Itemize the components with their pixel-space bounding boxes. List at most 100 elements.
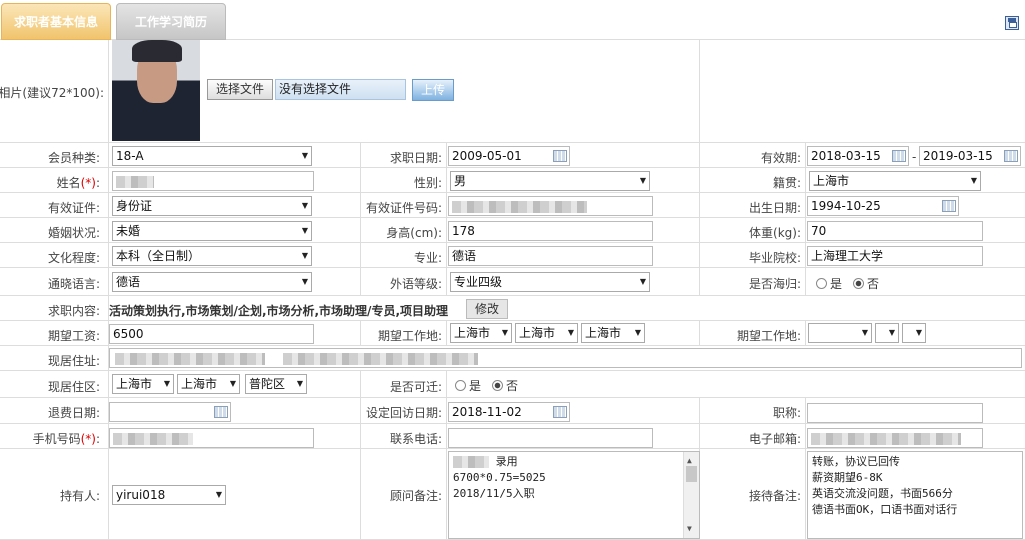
height-field[interactable]: 178 xyxy=(448,221,653,241)
district-province-select[interactable]: 上海市 xyxy=(112,374,174,394)
education-select[interactable]: 本科（全日制） xyxy=(112,246,312,266)
major-field[interactable]: 德语 xyxy=(448,246,653,266)
birth-date-field[interactable]: 1994-10-25 xyxy=(807,196,959,216)
calendar-icon[interactable] xyxy=(553,150,567,162)
row-cell: 体重(kg): xyxy=(700,218,806,243)
tab-basic-info[interactable]: 求职者基本信息 xyxy=(1,3,111,40)
name-field[interactable] xyxy=(112,171,314,191)
native-label: 籍贯: xyxy=(772,176,801,190)
id-number-field[interactable] xyxy=(448,196,653,216)
row-cell: 通晓语言: xyxy=(0,268,109,296)
marital-select[interactable]: 未婚 xyxy=(112,221,312,241)
calendar-icon[interactable] xyxy=(1004,150,1018,162)
gender-select[interactable]: 男 xyxy=(450,171,650,191)
relocate-yes-radio[interactable]: 是 xyxy=(455,377,481,394)
job-date-field[interactable]: 2009-05-01 xyxy=(448,146,570,166)
title-label: 职称: xyxy=(772,406,801,420)
workplace1-district-select[interactable]: 上海市 xyxy=(581,323,645,343)
returnee-label: 是否海归: xyxy=(748,277,801,291)
row-cell: 求职日期: xyxy=(361,143,447,168)
school-field[interactable]: 上海理工大学 xyxy=(807,246,983,266)
edit-job-content-button[interactable]: 修改 xyxy=(466,299,508,319)
redacted-text xyxy=(116,175,154,188)
visit-date-value: 2018-11-02 xyxy=(452,405,522,419)
height-label: 身高(cm): xyxy=(386,226,442,240)
member-type-select[interactable]: 18-A xyxy=(112,146,312,166)
photo-label-cell: 相片(建议72*100): xyxy=(0,40,109,143)
reception-note-line: 德语书面OK，口语书面对话行 xyxy=(812,503,958,516)
photo-label: 相片(建议72*100): xyxy=(0,86,104,100)
upload-button[interactable]: 上传 xyxy=(412,79,454,101)
district-area-select[interactable]: 普陀区 xyxy=(245,374,307,394)
row-cell: 外语等级: xyxy=(361,268,447,296)
relocate-no-radio[interactable]: 否 xyxy=(492,377,518,394)
row-cell: 电子邮箱: xyxy=(700,424,806,449)
district-label: 现居住区: xyxy=(47,380,100,394)
workplace2-province-select[interactable] xyxy=(808,323,872,343)
workplace2-label: 期望工作地: xyxy=(736,329,801,343)
row-cell xyxy=(447,371,1025,398)
row-cell: 性别: xyxy=(361,168,447,193)
langlevel-label: 外语等级: xyxy=(389,277,442,291)
tab-work-history[interactable]: 工作学习简历 xyxy=(116,3,226,40)
returnee-yes-radio[interactable]: 是 xyxy=(816,275,842,292)
jobcontent-label: 求职内容: xyxy=(47,304,100,318)
language-select[interactable]: 德语 xyxy=(112,272,312,292)
valid-separator: - xyxy=(912,150,917,164)
language-level-select[interactable]: 专业四级 xyxy=(450,272,650,292)
row-cell: 期望工资: xyxy=(0,321,109,346)
workplace1-province-select[interactable]: 上海市 xyxy=(450,323,512,343)
scroll-thumb[interactable] xyxy=(686,466,697,482)
valid-from-value: 2018-03-15 xyxy=(811,149,881,163)
valid-from-field[interactable]: 2018-03-15 xyxy=(807,146,909,166)
email-field[interactable] xyxy=(807,428,983,448)
calendar-icon[interactable] xyxy=(214,406,228,418)
address-field[interactable] xyxy=(109,348,1022,368)
workplace2-district-select[interactable] xyxy=(902,323,926,343)
row-cell: 有效期: xyxy=(700,143,806,168)
workplace2-city-select[interactable] xyxy=(875,323,899,343)
returnee-no-radio[interactable]: 否 xyxy=(853,275,879,292)
save-icon[interactable] xyxy=(1005,16,1019,30)
job-title-field[interactable] xyxy=(807,403,983,423)
advisor-note-line: 6700*0.75=5025 xyxy=(453,471,546,484)
valid-to-field[interactable]: 2019-03-15 xyxy=(919,146,1021,166)
row-cell: 联系电话: xyxy=(361,424,447,449)
native-place-select[interactable]: 上海市 xyxy=(809,171,981,191)
redacted-text xyxy=(115,352,265,365)
member-label: 会员种类: xyxy=(47,151,100,165)
email-label: 电子邮箱: xyxy=(748,432,801,446)
phone-label: 联系电话: xyxy=(389,432,442,446)
jobdate-label: 求职日期: xyxy=(389,151,442,165)
school-label: 毕业院校: xyxy=(748,251,801,265)
visit-date-field[interactable]: 2018-11-02 xyxy=(448,402,570,422)
calendar-icon[interactable] xyxy=(892,150,906,162)
row-cell: 期望工作地: xyxy=(700,321,806,346)
edu-label: 文化程度: xyxy=(47,251,100,265)
address-label: 现居住址: xyxy=(47,354,100,368)
row-cell: 顾问备注: xyxy=(361,449,447,540)
holder-label: 持有人: xyxy=(59,489,100,503)
marital-label: 婚姻状况: xyxy=(47,226,100,240)
weight-field[interactable]: 70 xyxy=(807,221,983,241)
calendar-icon[interactable] xyxy=(553,406,567,418)
district-city-select[interactable]: 上海市 xyxy=(177,374,240,394)
refund-date-field[interactable] xyxy=(109,402,231,422)
mobile-field[interactable] xyxy=(109,428,314,448)
calendar-icon[interactable] xyxy=(942,200,956,212)
salary-field[interactable]: 6500 xyxy=(109,324,314,344)
advisor-notes-scrollbar[interactable]: ▲ ▼ xyxy=(683,452,699,538)
holder-select[interactable]: yirui018 xyxy=(112,485,226,505)
birth-date-value: 1994-10-25 xyxy=(811,199,881,213)
row-cell: 籍贯: xyxy=(700,168,806,193)
reception-notes-textarea[interactable]: 转账，协议已回传 薪资期望6-8K 英语交流没问题，书面566分 德语书面OK，… xyxy=(807,451,1023,539)
id-type-select[interactable]: 身份证 xyxy=(112,196,312,216)
row-cell: 出生日期: xyxy=(700,193,806,218)
row-cell: 退费日期: xyxy=(0,398,109,424)
row-cell: 文化程度: xyxy=(0,243,109,268)
advisor-notes-textarea[interactable]: 录用 6700*0.75=5025 2018/11/5入职 ▲ ▼ xyxy=(448,451,700,539)
choose-file-button[interactable]: 选择文件 xyxy=(207,79,273,100)
workplace1-city-select[interactable]: 上海市 xyxy=(515,323,578,343)
scroll-down-icon[interactable]: ▼ xyxy=(687,521,692,537)
phone-field[interactable] xyxy=(448,428,653,448)
